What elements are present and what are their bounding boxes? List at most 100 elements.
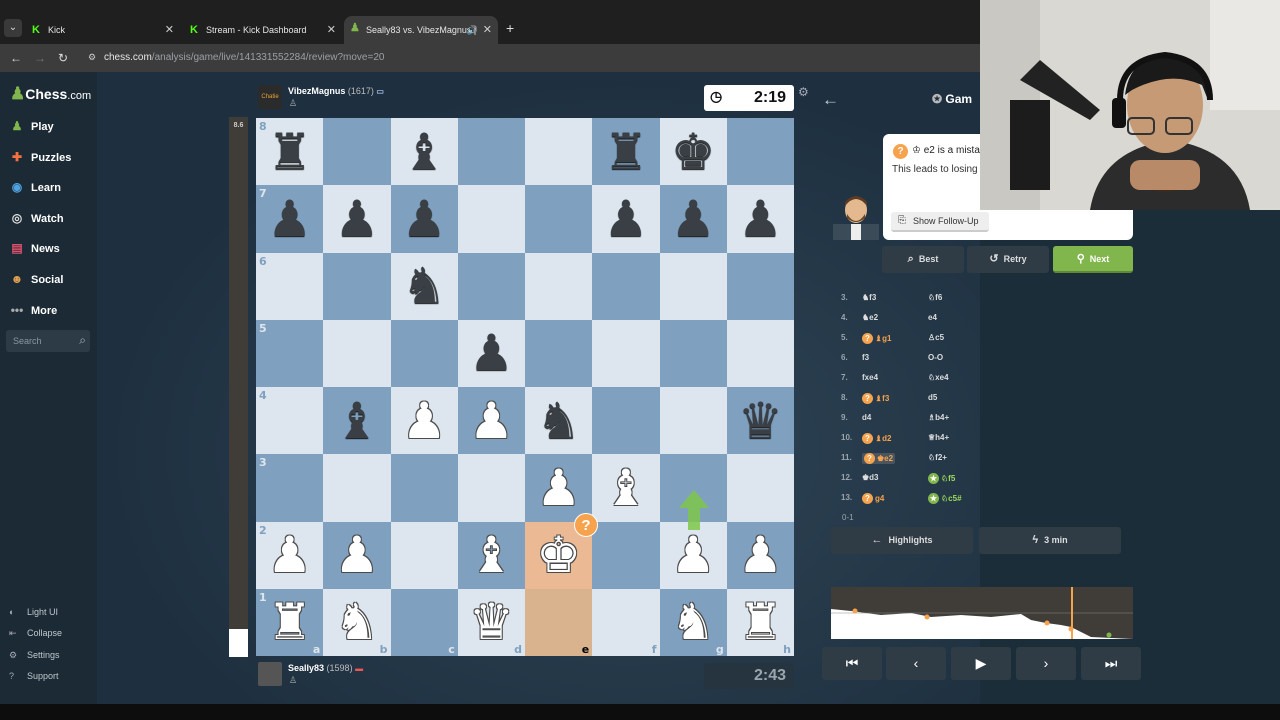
square-h6[interactable] [726,252,794,320]
light-ui-toggle[interactable]: ◐ Light UI [9,607,58,617]
avatar[interactable] [258,662,282,686]
square-e6[interactable] [525,252,593,320]
black-bishop-piece[interactable]: ♝ [402,127,447,177]
black-move[interactable]: ♕h4+ [928,433,949,442]
square-e1[interactable]: e [525,588,593,656]
white-knight-piece[interactable]: ♞ [671,597,716,647]
black-pawn-piece[interactable]: ♟ [469,328,514,378]
sidebar-item-learn[interactable]: ◉ Learn [9,180,61,198]
square-g4[interactable] [659,387,727,455]
square-c5[interactable] [390,319,458,387]
settings-link[interactable]: ⚙ Settings [9,650,60,661]
square-a3[interactable]: 3 [256,454,324,522]
black-pawn-piece[interactable]: ♟ [603,194,648,244]
square-c2[interactable] [390,521,458,589]
black-move[interactable]: d5 [928,393,937,402]
white-move[interactable]: ♚d3 [862,473,879,482]
site-info-icon[interactable]: ⚙ [88,52,98,62]
black-move[interactable]: ♗b4+ [928,413,949,422]
square-b7[interactable]: ♟ [323,185,391,253]
square-h2[interactable]: ♟ [726,521,794,589]
white-move[interactable]: ♞f3 [862,293,876,302]
reload-icon[interactable]: ↻ [58,51,68,65]
square-c8[interactable]: ♝ [390,118,458,186]
white-pawn-piece[interactable]: ♟ [267,530,312,580]
square-a2[interactable]: 2 ♟ [256,521,324,589]
white-rook-piece[interactable]: ♜ [738,597,783,647]
black-rook-piece[interactable]: ♜ [603,127,648,177]
white-pawn-piece[interactable]: ♟ [469,396,514,446]
square-h5[interactable] [726,319,794,387]
square-b3[interactable] [323,454,391,522]
highlights-button[interactable]: ← Highlights [831,527,973,554]
chess-board[interactable]: 8 ♜ ♝ ♜ ♚ 7 ♟ ♟ ♟ ♟ ♟ ♟ 6 ♞ 5 ♟ 4 ♝ ♟ ♟ ♞ ♛ 3 ♟ ♝ 2 ♟ ♟ ♝ ♚ ♟ ♟ 1 a ♜ b ♞ c d ♛… [256,118,794,656]
square-c6[interactable]: ♞ [390,252,458,320]
avatar[interactable]: Chatie [258,85,282,109]
player-name[interactable]: Seally83 (1598) ▬ [288,663,363,673]
square-e7[interactable] [525,185,593,253]
square-d3[interactable] [457,454,525,522]
square-b1[interactable]: b ♞ [323,588,391,656]
url-field[interactable]: chess.com/analysis/game/live/14133155228… [104,52,384,63]
square-d5[interactable]: ♟ [457,319,525,387]
black-move[interactable]: ♘f6 [928,293,942,302]
support-link[interactable]: ? Support [9,671,59,681]
square-b8[interactable] [323,118,391,186]
close-icon[interactable]: ✕ [483,16,492,44]
player-name[interactable]: VibezMagnus (1617) ▭ [288,86,384,96]
time-control-button[interactable]: ϟ 3 min [979,527,1121,554]
square-g6[interactable] [659,252,727,320]
sidebar-item-watch[interactable]: ◎ Watch [9,211,64,229]
browser-tab-chess[interactable]: ♟ Seally83 vs. VibezMagnus | 🔊 ✕ [344,16,498,44]
black-move[interactable]: ★ ♘f5 [928,473,955,484]
square-e4[interactable]: ♞ [525,387,593,455]
white-move[interactable]: fxe4 [862,373,878,382]
square-d6[interactable] [457,252,525,320]
tab-game-review[interactable]: ✪ Gam [932,92,972,106]
white-move[interactable]: ? ♝g1 [862,333,892,344]
next-button[interactable]: ⚲ Next [1053,246,1133,273]
white-move[interactable]: d4 [862,413,871,422]
collapse-button[interactable]: ⇤ Collapse [9,628,62,639]
square-b2[interactable]: ♟ [323,521,391,589]
square-a5[interactable]: 5 [256,319,324,387]
black-pawn-piece[interactable]: ♟ [402,194,447,244]
white-queen-piece[interactable]: ♛ [469,597,514,647]
sidebar-item-social[interactable]: ☻ Social [9,272,64,290]
square-g7[interactable]: ♟ [659,185,727,253]
next-move-button[interactable]: › [1016,647,1076,680]
black-bishop-piece[interactable]: ♝ [334,396,379,446]
square-h3[interactable] [726,454,794,522]
square-d1[interactable]: d ♛ [457,588,525,656]
square-b4[interactable]: ♝ [323,387,391,455]
square-a4[interactable]: 4 [256,387,324,455]
square-d7[interactable] [457,185,525,253]
search-input[interactable]: Search ⌕ [6,330,90,352]
square-c3[interactable] [390,454,458,522]
black-move[interactable]: ♘xe4 [928,373,949,382]
square-c1[interactable]: c [390,588,458,656]
white-move[interactable]: ? ♚e2 [862,453,896,464]
white-move[interactable]: ? g4 [862,493,884,504]
square-f5[interactable] [592,319,660,387]
retry-button[interactable]: ↺ Retry [967,246,1049,273]
black-pawn-piece[interactable]: ♟ [738,194,783,244]
square-f1[interactable]: f [592,588,660,656]
play-button[interactable]: ▶ [951,647,1011,680]
white-pawn-piece[interactable]: ♟ [671,530,716,580]
square-f6[interactable] [592,252,660,320]
black-king-piece[interactable]: ♚ [671,127,716,177]
white-pawn-piece[interactable]: ♟ [738,530,783,580]
white-king-piece[interactable]: ♚ [536,530,581,580]
black-knight-piece[interactable]: ♞ [402,261,447,311]
back-arrow-icon[interactable]: ← [822,90,839,110]
square-f8[interactable]: ♜ [592,118,660,186]
square-f7[interactable]: ♟ [592,185,660,253]
square-h8[interactable] [726,118,794,186]
tab-search-dropdown[interactable]: ⌄ [4,19,22,37]
white-move[interactable]: ? ♝d2 [862,433,892,444]
square-h7[interactable]: ♟ [726,185,794,253]
evaluation-graph[interactable] [831,587,1133,639]
black-pawn-piece[interactable]: ♟ [671,194,716,244]
square-e8[interactable] [525,118,593,186]
